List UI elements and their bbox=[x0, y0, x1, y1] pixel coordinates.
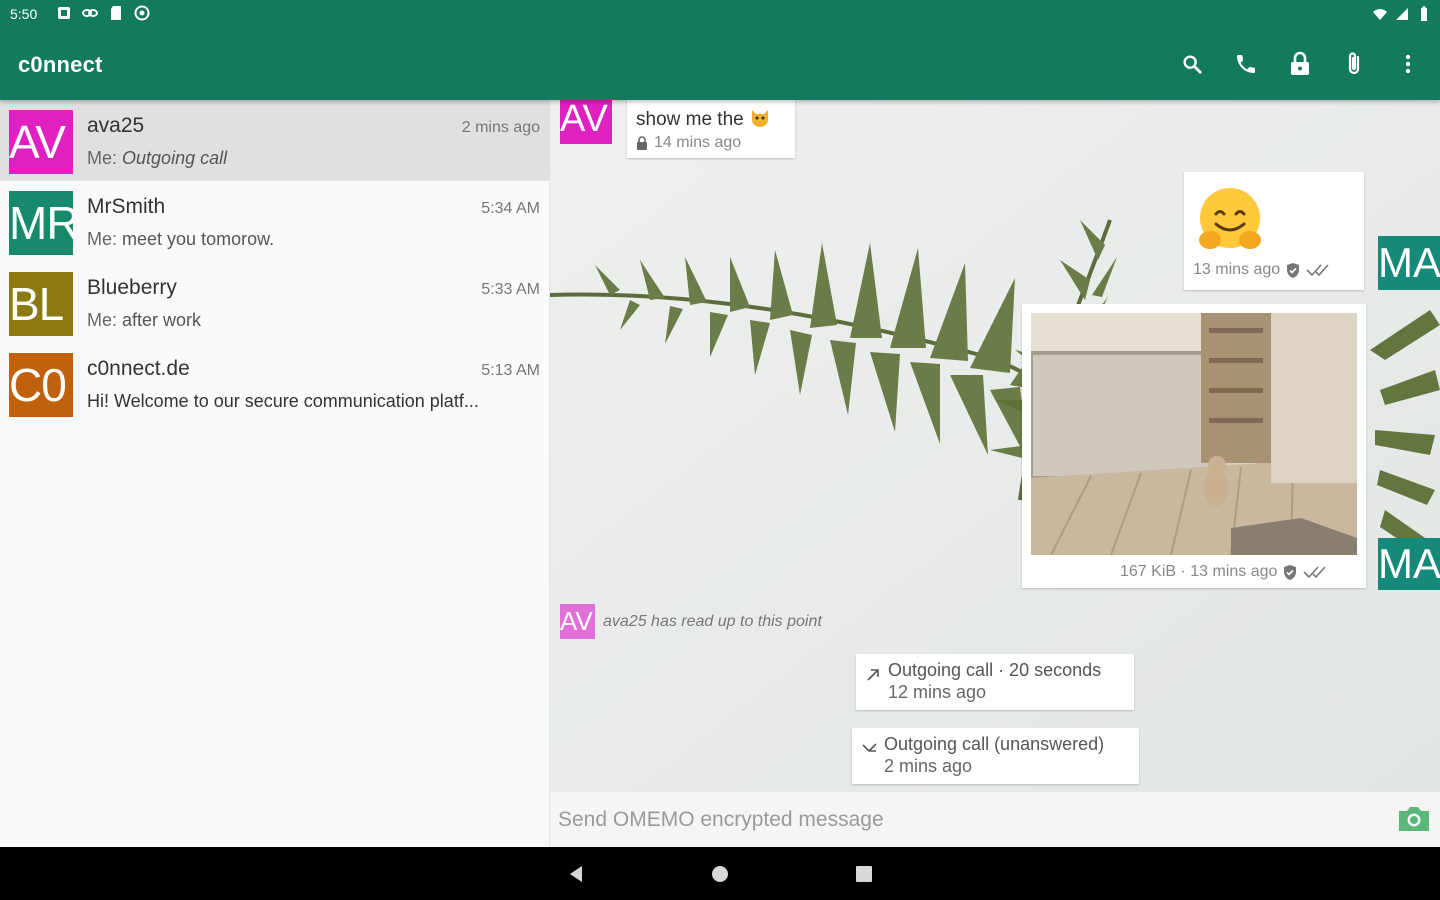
message-composer bbox=[550, 792, 1440, 847]
avatar: MR bbox=[9, 191, 73, 255]
link-icon bbox=[82, 9, 98, 17]
preview-sender: Me: bbox=[87, 229, 118, 249]
lock-icon bbox=[1291, 51, 1309, 75]
missed-call-arrow-icon bbox=[862, 743, 877, 753]
message-text-content: show me the bbox=[636, 109, 744, 130]
message-time: 13 mins ago bbox=[1193, 261, 1281, 278]
message-preview: Me: Outgoing call bbox=[87, 148, 539, 169]
toolbar-actions bbox=[1178, 50, 1422, 78]
call-log-entry[interactable]: Outgoing call · 20 seconds 12 mins ago bbox=[856, 654, 1134, 710]
search-icon bbox=[1183, 55, 1202, 74]
recents-square-icon bbox=[856, 866, 872, 882]
preview-sender: Me: bbox=[87, 148, 118, 168]
sync-icon bbox=[134, 5, 150, 21]
system-navigation-bar bbox=[0, 847, 1440, 900]
cat-emoji-icon bbox=[752, 110, 769, 127]
call-time: 12 mins ago bbox=[888, 682, 987, 702]
double-check-icon bbox=[1303, 566, 1327, 579]
room-photo[interactable] bbox=[1031, 313, 1357, 555]
chat-panel[interactable]: AV show me the 14 mins ago 13 mins ago M… bbox=[550, 100, 1440, 792]
incoming-message-bubble[interactable]: show me the 14 mins ago bbox=[627, 100, 795, 158]
double-check-icon bbox=[1306, 264, 1329, 277]
sd-card-icon bbox=[111, 6, 121, 20]
message-input[interactable] bbox=[558, 802, 1378, 838]
hugging-face-emoji-icon bbox=[1199, 188, 1261, 249]
preview-text: Outgoing call bbox=[122, 148, 228, 168]
conversation-item[interactable]: C0 c0nnect.de 5:13 AM Hi! Welcome to our… bbox=[0, 343, 550, 424]
conversation-list: AV ava25 2 mins ago Me: Outgoing call MR… bbox=[0, 100, 550, 900]
avatar: MA bbox=[1378, 538, 1440, 590]
call-time: 2 mins ago bbox=[884, 756, 973, 776]
read-marker-text: ava25 has read up to this point bbox=[603, 612, 822, 630]
wifi-icon bbox=[1373, 9, 1387, 20]
call-description: Outgoing call (unanswered) bbox=[884, 734, 1105, 754]
verified-shield-icon bbox=[1287, 262, 1300, 278]
message-meta: 13 mins ago bbox=[1193, 261, 1338, 279]
outgoing-image-bubble[interactable]: 167 KiB · 13 mins ago bbox=[1022, 304, 1366, 588]
camera-button[interactable] bbox=[1396, 804, 1432, 836]
message-meta: 14 mins ago bbox=[636, 134, 785, 152]
app-title: c0nnect bbox=[18, 52, 103, 77]
conversation-item[interactable]: MR MrSmith 5:34 AM Me: meet you tomorow. bbox=[0, 181, 550, 262]
call-description: Outgoing call · 20 seconds bbox=[888, 660, 1102, 680]
message-text: show me the bbox=[636, 106, 785, 131]
contact-name: MrSmith bbox=[87, 195, 166, 218]
camera-icon bbox=[1399, 807, 1429, 831]
back-triangle-icon bbox=[570, 866, 582, 882]
message-time: 14 mins ago bbox=[654, 134, 742, 151]
outgoing-message-bubble[interactable]: 13 mins ago bbox=[1184, 172, 1364, 290]
home-button[interactable] bbox=[707, 861, 733, 887]
status-bar: 5:50 bbox=[0, 0, 1440, 30]
conversation-time: 5:33 AM bbox=[481, 281, 540, 298]
app-toolbar: c0nnect bbox=[0, 30, 1440, 100]
contact-name: c0nnect.de bbox=[87, 357, 190, 380]
notification-icon bbox=[58, 7, 70, 19]
signal-icon bbox=[1396, 8, 1408, 20]
battery-icon bbox=[1421, 6, 1427, 21]
call-button[interactable] bbox=[1232, 50, 1260, 78]
avatar: MA bbox=[1378, 236, 1440, 290]
message-preview: Hi! Welcome to our secure communication … bbox=[87, 391, 539, 412]
lock-icon bbox=[637, 136, 647, 150]
contact-name: Blueberry bbox=[87, 276, 177, 299]
attach-button[interactable] bbox=[1340, 50, 1368, 78]
conversation-item[interactable]: BL Blueberry 5:33 AM Me: after work bbox=[0, 262, 550, 343]
message-preview: Me: after work bbox=[87, 310, 539, 331]
file-size-and-time: 167 KiB · 13 mins ago bbox=[1120, 563, 1278, 580]
back-button[interactable] bbox=[563, 861, 589, 887]
conversation-item[interactable]: AV ava25 2 mins ago Me: Outgoing call bbox=[0, 100, 550, 181]
preview-sender: Me: bbox=[87, 310, 118, 330]
avatar: AV bbox=[560, 100, 612, 144]
more-vert-icon bbox=[1405, 54, 1411, 74]
phone-icon bbox=[1237, 55, 1255, 73]
status-time: 5:50 bbox=[10, 6, 38, 22]
read-marker: AV ava25 has read up to this point bbox=[560, 604, 822, 639]
contact-name: ava25 bbox=[87, 114, 145, 137]
status-notification-icons bbox=[56, 5, 150, 21]
outgoing-call-arrow-icon bbox=[867, 669, 879, 681]
avatar: BL bbox=[9, 272, 73, 336]
status-system-icons bbox=[1372, 6, 1432, 22]
preview-text: Hi! Welcome to our secure communication … bbox=[87, 391, 479, 411]
recents-button[interactable] bbox=[851, 861, 877, 887]
home-circle-icon bbox=[712, 866, 728, 882]
preview-text: meet you tomorow. bbox=[122, 229, 275, 249]
attach-icon bbox=[1348, 52, 1360, 75]
preview-text: after work bbox=[122, 310, 202, 330]
message-meta: 167 KiB · 13 mins ago bbox=[1120, 563, 1335, 581]
avatar: AV bbox=[560, 604, 595, 639]
conversation-time: 2 mins ago bbox=[461, 119, 540, 136]
verified-shield-icon bbox=[1284, 564, 1297, 580]
call-log-entry[interactable]: Outgoing call (unanswered) 2 mins ago bbox=[852, 728, 1139, 784]
avatar: AV bbox=[9, 110, 73, 174]
search-button[interactable] bbox=[1178, 50, 1206, 78]
overflow-menu-button[interactable] bbox=[1394, 50, 1422, 78]
avatar: C0 bbox=[9, 353, 73, 417]
conversation-time: 5:34 AM bbox=[481, 200, 540, 217]
conversation-time: 5:13 AM bbox=[481, 362, 540, 379]
message-preview: Me: meet you tomorow. bbox=[87, 229, 539, 250]
encryption-button[interactable] bbox=[1286, 50, 1314, 78]
